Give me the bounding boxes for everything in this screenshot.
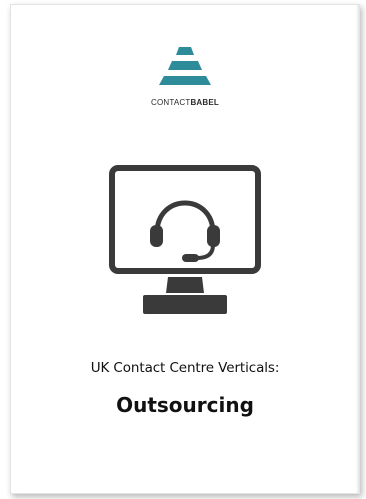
brand-name-light: CONTACT — [150, 98, 191, 107]
cover-title: Outsourcing — [116, 393, 254, 417]
brand-name-bold: BABEL — [190, 98, 220, 107]
monitor-stand-icon — [166, 277, 204, 293]
monitor-base-icon — [143, 295, 227, 314]
pyramid-logo-icon — [159, 47, 211, 85]
cover-illustration — [11, 165, 359, 317]
report-cover: CONTACTBABEL UK Contact Centre Verticals… — [10, 4, 360, 494]
cover-subtitle: UK Contact Centre Verticals: — [90, 360, 280, 376]
page-background: CONTACTBABEL UK Contact Centre Verticals… — [0, 0, 366, 499]
monitor-headset-icon — [109, 165, 261, 314]
brand-name: CONTACTBABEL — [11, 98, 359, 107]
contactbabel-logo: CONTACTBABEL — [11, 47, 359, 107]
